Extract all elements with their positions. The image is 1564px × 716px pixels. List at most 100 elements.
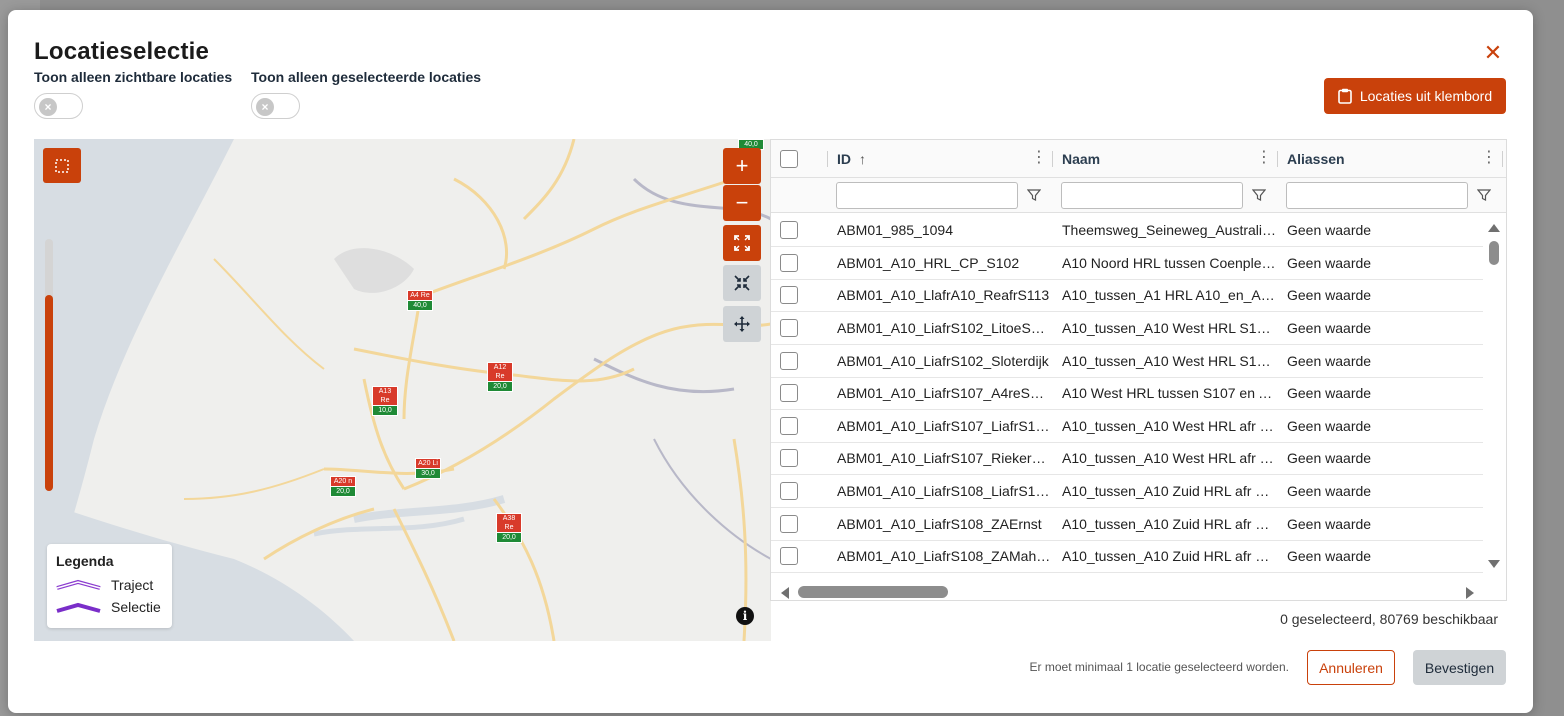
cell-aliassen: Geen waarde bbox=[1287, 320, 1372, 336]
road-label: A4 Re 40,0 bbox=[407, 290, 433, 311]
horizontal-scroll-thumb[interactable] bbox=[798, 586, 948, 598]
locations-table: ID ↑ ⋮ Naam ⋮ Aliassen ⋮ ABM01_985_1094 … bbox=[770, 139, 1507, 601]
filter-icon[interactable] bbox=[1027, 188, 1041, 202]
row-checkbox[interactable] bbox=[780, 352, 798, 370]
scroll-right-icon[interactable] bbox=[1466, 587, 1474, 599]
row-checkbox[interactable] bbox=[780, 384, 798, 402]
cell-id: ABM01_A10_LiafrS108_LiafrS109 bbox=[837, 483, 1051, 499]
cell-naam: A10 West HRL tussen S107 en A4... bbox=[1062, 385, 1276, 401]
close-icon[interactable]: ✕ bbox=[1482, 42, 1504, 64]
column-header-aliassen[interactable]: Aliassen bbox=[1287, 140, 1345, 178]
map-view[interactable]: A4 Re 40,0 A12 Re 20,0 A13 Re 10,0 A20 Li 30… bbox=[34, 139, 771, 641]
cancel-button[interactable]: Annuleren bbox=[1307, 650, 1395, 685]
column-separator bbox=[1277, 151, 1278, 167]
table-row[interactable]: ABM01_A10_LlafrA10_ReafrS113 A10_tussen_… bbox=[771, 279, 1483, 312]
toggle-visible-locations-group: Toon alleen zichtbare locaties × bbox=[34, 69, 232, 119]
legend-label-selectie: Selectie bbox=[111, 599, 161, 615]
column-header-id[interactable]: ID ↑ bbox=[837, 140, 866, 178]
toggle-off-icon: × bbox=[256, 98, 274, 116]
cell-naam: Theemsweg_Seineweg_Australia... bbox=[1062, 222, 1276, 238]
filter-icon[interactable] bbox=[1252, 188, 1266, 202]
table-row[interactable]: ABM01_A10_LiafrS107_Riekerpol... A10_tus… bbox=[771, 442, 1483, 475]
filter-input-aliassen[interactable] bbox=[1286, 182, 1468, 209]
filter-icon[interactable] bbox=[1477, 188, 1491, 202]
cell-naam: A10_tussen_A10 West HRL S102_... bbox=[1062, 353, 1276, 369]
road-label: A12 Re 20,0 bbox=[487, 362, 513, 392]
legend-title: Legenda bbox=[56, 553, 114, 569]
collapse-icon bbox=[734, 275, 750, 291]
vertical-scroll-thumb[interactable] bbox=[1489, 241, 1499, 265]
toggle-selected-locations[interactable]: × bbox=[251, 93, 300, 119]
table-row[interactable]: ABM01_A10_LiafrS107_A4reS107 A10 West HR… bbox=[771, 377, 1483, 410]
selection-count: 0 geselecteerd, 80769 beschikbaar bbox=[1280, 611, 1498, 627]
cell-id: ABM01_A10_LiafrS108_ZAMahler bbox=[837, 548, 1051, 564]
column-separator bbox=[1052, 151, 1053, 167]
cell-naam: A10_tussen_A10 West HRL S102_... bbox=[1062, 320, 1276, 336]
center-map-button[interactable] bbox=[723, 306, 761, 342]
column-menu-icon[interactable]: ⋮ bbox=[1256, 150, 1272, 166]
select-all-checkbox[interactable] bbox=[780, 150, 798, 168]
row-checkbox[interactable] bbox=[780, 319, 798, 337]
scroll-left-icon[interactable] bbox=[781, 587, 789, 599]
row-checkbox[interactable] bbox=[780, 449, 798, 467]
cell-id: ABM01_A10_LlafrA10_ReafrS113 bbox=[837, 287, 1050, 303]
select-rectangle-icon bbox=[55, 158, 69, 173]
horizontal-scrollbar[interactable] bbox=[771, 584, 1506, 600]
column-menu-icon[interactable]: ⋮ bbox=[1481, 150, 1497, 166]
table-row[interactable]: ABM01_A10_LiafrS108_ZAMahler A10_tussen_… bbox=[771, 540, 1483, 573]
exit-fullscreen-button[interactable] bbox=[723, 265, 761, 301]
toggle-off-icon: × bbox=[39, 98, 57, 116]
scroll-down-icon[interactable] bbox=[1488, 560, 1500, 568]
validation-message: Er moet minimaal 1 locatie geselecteerd … bbox=[1029, 660, 1289, 674]
select-rectangle-button[interactable] bbox=[43, 148, 81, 183]
cell-naam: A10_tussen_A1 HRL A10_en_A10 ... bbox=[1062, 287, 1276, 303]
table-row[interactable]: ABM01_A10_LiafrS108_ZAErnst A10_tussen_A… bbox=[771, 508, 1483, 541]
row-checkbox[interactable] bbox=[780, 254, 798, 272]
cell-id: ABM01_A10_LiafrS102_Sloterdijk bbox=[837, 353, 1049, 369]
table-row[interactable]: ABM01_985_1094 Theemsweg_Seineweg_Austra… bbox=[771, 214, 1483, 247]
cell-aliassen: Geen waarde bbox=[1287, 255, 1372, 271]
cell-aliassen: Geen waarde bbox=[1287, 385, 1372, 401]
row-checkbox[interactable] bbox=[780, 221, 798, 239]
column-menu-icon[interactable]: ⋮ bbox=[1031, 150, 1047, 166]
cell-naam: A10 Noord HRL tussen Coenplei... bbox=[1062, 255, 1276, 271]
cell-naam: A10_tussen_A10 Zuid HRL afr S1... bbox=[1062, 483, 1276, 499]
sort-ascending-icon: ↑ bbox=[859, 151, 866, 167]
fullscreen-button[interactable] bbox=[723, 225, 761, 261]
table-row[interactable]: ABM01_A10_LiafrS108_LiafrS109 A10_tussen… bbox=[771, 475, 1483, 508]
table-row[interactable]: ABM01_A10_LiafrS102_LitoeS103 A10_tussen… bbox=[771, 312, 1483, 345]
road-label: A38 Re 20,0 bbox=[496, 513, 522, 543]
filter-input-naam[interactable] bbox=[1061, 182, 1243, 209]
map-legend: Legenda Traject Selectie bbox=[47, 544, 172, 628]
zoom-in-button[interactable]: + bbox=[723, 148, 761, 184]
filter-input-id[interactable] bbox=[836, 182, 1018, 209]
cell-id: ABM01_A10_LiafrS108_ZAErnst bbox=[837, 516, 1042, 532]
cell-aliassen: Geen waarde bbox=[1287, 418, 1372, 434]
row-checkbox[interactable] bbox=[780, 417, 798, 435]
row-checkbox[interactable] bbox=[780, 286, 798, 304]
row-checkbox[interactable] bbox=[780, 482, 798, 500]
locations-from-clipboard-button[interactable]: Locaties uit klembord bbox=[1324, 78, 1506, 114]
table-row[interactable]: ABM01_A10_HRL_CP_S102 A10 Noord HRL tuss… bbox=[771, 247, 1483, 280]
column-separator bbox=[827, 151, 828, 167]
legend-item-selectie: Selectie bbox=[56, 596, 172, 618]
cell-id: ABM01_A10_LiafrS107_LiafrS108 bbox=[837, 418, 1051, 434]
scroll-up-icon[interactable] bbox=[1488, 224, 1500, 232]
column-header-naam[interactable]: Naam bbox=[1062, 140, 1100, 178]
table-row[interactable]: ABM01_A10_LiafrS102_Sloterdijk A10_tusse… bbox=[771, 345, 1483, 378]
row-checkbox[interactable] bbox=[780, 547, 798, 565]
road-label: A20 Li 30,0 bbox=[415, 458, 441, 479]
row-checkbox[interactable] bbox=[780, 515, 798, 533]
cell-naam: A10_tussen_A10 Zuid HRL afr S1... bbox=[1062, 516, 1276, 532]
table-row[interactable]: ABM01_A10_LiafrS107_LiafrS108 A10_tussen… bbox=[771, 410, 1483, 443]
info-icon[interactable]: i bbox=[736, 607, 754, 625]
cell-naam: A10_tussen_A10 Zuid HRL afr S1... bbox=[1062, 548, 1276, 564]
road-label: A20 n 20,0 bbox=[330, 476, 356, 497]
cell-aliassen: Geen waarde bbox=[1287, 483, 1372, 499]
toggle-visible-locations[interactable]: × bbox=[34, 93, 83, 119]
road-label: A13 Re 10,0 bbox=[372, 386, 398, 416]
vertical-scrollbar[interactable] bbox=[1486, 224, 1500, 576]
zoom-out-button[interactable]: − bbox=[723, 185, 761, 221]
confirm-button[interactable]: Bevestigen bbox=[1413, 650, 1506, 685]
cell-aliassen: Geen waarde bbox=[1287, 287, 1372, 303]
